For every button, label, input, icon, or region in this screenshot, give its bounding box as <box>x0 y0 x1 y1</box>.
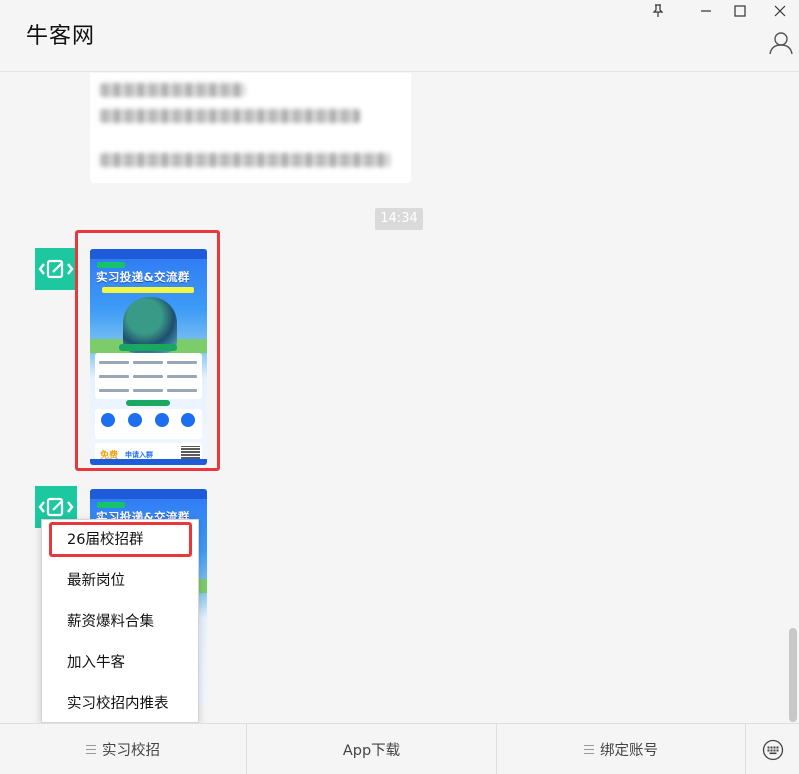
maximize-icon <box>734 5 746 17</box>
blurred-text <box>100 109 360 123</box>
pin-button[interactable] <box>643 0 673 22</box>
menu-item-salary-collection[interactable]: 薪资爆料合集 <box>42 602 198 642</box>
menu-item-latest-jobs[interactable]: 最新岗位 <box>42 561 198 601</box>
sender-avatar[interactable] <box>35 248 77 290</box>
menu-item-join-nowcoder[interactable]: 加入牛客 <box>42 643 198 683</box>
message-timestamp: 14:34 <box>375 208 423 230</box>
highlight-box-image <box>75 230 220 471</box>
tab-bind-account[interactable]: 绑定账号 <box>497 724 745 774</box>
blurred-text <box>100 153 390 167</box>
nowcoder-logo-icon <box>38 259 74 279</box>
poster-header-strip <box>90 489 207 499</box>
tab-app-download[interactable]: App下载 <box>247 724 496 774</box>
minimize-icon <box>701 10 711 12</box>
chat-area[interactable]: 14:34 实习投递&交流群 免费 申请入群 实习投递&交流群 26届校招群 最… <box>0 73 799 723</box>
menu-lines-icon <box>86 745 96 754</box>
tab-label: 绑定账号 <box>600 743 658 759</box>
minimize-button[interactable] <box>691 0 721 22</box>
poster-sticker <box>97 502 125 508</box>
maximize-button[interactable] <box>725 0 755 22</box>
close-button[interactable] <box>765 0 795 22</box>
close-icon <box>774 5 786 17</box>
tab-label: 实习校招 <box>102 743 160 759</box>
blurred-text <box>100 83 245 97</box>
menu-lines-icon <box>584 745 594 754</box>
pin-icon <box>652 4 664 17</box>
highlight-box-menu-item <box>49 522 192 557</box>
blurred-message-bubble <box>90 73 411 183</box>
tab-internship-recruiting[interactable]: 实习校招 <box>0 724 246 774</box>
app-title: 牛客网 <box>26 24 96 49</box>
user-profile-button[interactable] <box>768 30 794 56</box>
chat-scrollbar[interactable] <box>789 628 797 722</box>
title-bar: 牛客网 <box>0 0 799 72</box>
menu-item-referral-table[interactable]: 实习校招内推表 <box>42 684 198 723</box>
keyboard-toggle-button[interactable] <box>746 724 799 774</box>
user-icon <box>769 32 793 55</box>
bottom-menu-bar: 实习校招 App下载 绑定账号 <box>0 723 799 774</box>
tab-label: App下载 <box>342 743 401 759</box>
keyboard-icon <box>762 739 783 760</box>
